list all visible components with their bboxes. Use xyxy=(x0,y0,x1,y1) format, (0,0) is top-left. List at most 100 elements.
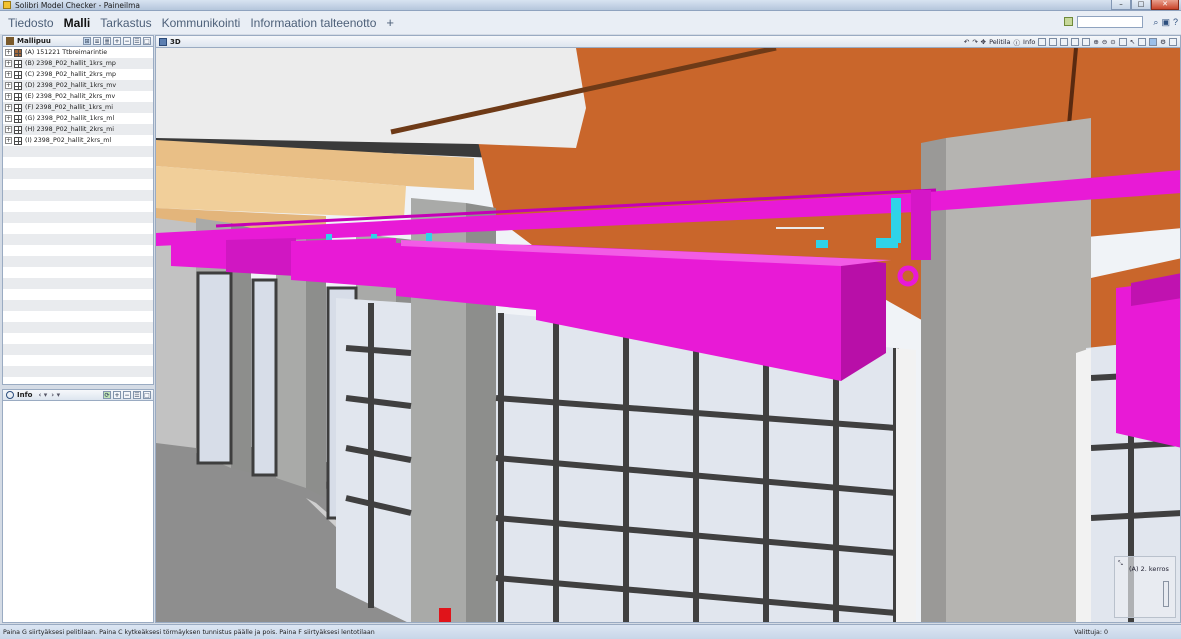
floor-label: (A) 2. kerros xyxy=(1129,565,1169,573)
tree-filter-icon[interactable]: ≣ xyxy=(103,37,111,45)
collapse-all-icon[interactable]: − xyxy=(123,391,131,399)
info-panel-title: Info xyxy=(17,391,33,399)
tree-row-label: (E) 2398_P02_hallit_2krs_mv xyxy=(25,93,116,100)
section-icon[interactable] xyxy=(1071,38,1080,46)
menu-tarkastus[interactable]: Tarkastus xyxy=(100,16,151,30)
menu-kommunikointi[interactable]: Kommunikointi xyxy=(162,16,241,30)
pipe-drop xyxy=(911,190,931,260)
binoculars-icon[interactable]: ⌕ xyxy=(1153,17,1158,28)
tree-sort-icon[interactable]: ≡ xyxy=(93,37,101,45)
resize-icon[interactable]: ⤡ xyxy=(1118,560,1123,568)
expand-icon[interactable]: + xyxy=(5,71,12,78)
viewport-header: 3D ↶ ↷ ✥ Pelitila ⓘ Info ⊕ ⊖ ⊙ ↖ ⚙ xyxy=(156,36,1180,48)
tree-row-label: (C) 2398_P02_hallit_2krs_mp xyxy=(25,71,116,78)
settings-icon[interactable]: ⚙ xyxy=(1160,38,1166,46)
tree-view-icon[interactable]: ⊞ xyxy=(83,37,91,45)
new-window-icon[interactable] xyxy=(1138,38,1147,46)
minimize-button[interactable]: – xyxy=(1111,0,1131,10)
house-icon xyxy=(6,37,14,45)
expand-icon[interactable]: + xyxy=(5,104,12,111)
list-icon[interactable]: ☰ xyxy=(133,37,141,45)
info-panel-header: Info ‹ ▾ › ▾ ⟳ + − ☰ □ xyxy=(2,389,154,401)
viewport-title: 3D xyxy=(170,37,181,46)
add-layout-button[interactable]: + xyxy=(386,15,394,30)
zoom-in-icon[interactable]: ⊕ xyxy=(1093,38,1098,46)
expand-icon[interactable]: + xyxy=(5,93,12,100)
panel-maximize-icon[interactable]: □ xyxy=(143,37,151,45)
tree-row[interactable]: + (C) 2398_P02_hallit_2krs_mp xyxy=(3,69,153,80)
ifc-model-icon xyxy=(14,70,22,79)
ifc-model-icon xyxy=(14,114,22,123)
expand-icon[interactable]: + xyxy=(5,49,12,56)
layout-icon[interactable] xyxy=(1064,17,1073,26)
tree-row-label: (F) 2398_P02_hallit_1krs_mi xyxy=(25,104,113,111)
model-tree-toolbar: ⊞ ≡ ≣ + − ☰ □ xyxy=(83,37,151,45)
expand-icon[interactable]: + xyxy=(5,60,12,67)
menu-malli[interactable]: Malli xyxy=(64,16,91,30)
tree-row[interactable]: + (B) 2398_P02_hallit_1krs_mp xyxy=(3,58,153,69)
ifc-model-icon xyxy=(14,59,22,68)
tree-row[interactable]: + (H) 2398_P02_hallit_2krs_mi xyxy=(3,124,153,135)
undo-view-icon[interactable]: ↶ xyxy=(964,38,969,46)
tree-row[interactable]: + (G) 2398_P02_hallit_1krs_ml xyxy=(3,113,153,124)
expand-icon[interactable]: + xyxy=(5,126,12,133)
tree-row[interactable]: + (A) 151221 Ttbreimarintie xyxy=(3,47,153,58)
tree-row-label: (H) 2398_P02_hallit_2krs_mi xyxy=(25,126,115,133)
zoom-window-icon[interactable] xyxy=(1118,38,1127,46)
3d-viewport[interactable]: 3D ↶ ↷ ✥ Pelitila ⓘ Info ⊕ ⊖ ⊙ ↖ ⚙ (A) 2… xyxy=(155,35,1181,623)
window-title: Solibri Model Checker - Paineilma xyxy=(15,0,141,10)
tree-row[interactable]: + (D) 2398_P02_hallit_1krs_mv xyxy=(3,80,153,91)
visibility-icon[interactable] xyxy=(1038,38,1047,46)
tree-row[interactable]: + (I) 2398_P02_hallit_2krs_ml xyxy=(3,135,153,146)
expand-icon[interactable]: + xyxy=(5,82,12,89)
transparency-icon[interactable] xyxy=(1049,38,1058,46)
measure-icon[interactable]: ↖ xyxy=(1130,38,1135,46)
tree-row-label: (I) 2398_P02_hallit_2krs_ml xyxy=(25,137,112,144)
model-tree-header: Mallipuu ⊞ ≡ ≣ + − ☰ □ xyxy=(2,35,154,47)
ifc-model-icon xyxy=(14,103,22,112)
info-mode-icon[interactable]: ⓘ xyxy=(1014,37,1021,47)
expand-icon[interactable]: + xyxy=(5,137,12,144)
expand-all-icon[interactable]: + xyxy=(113,37,121,45)
tree-row[interactable]: + (E) 2398_P02_hallit_2krs_mv xyxy=(3,91,153,102)
duct xyxy=(291,238,396,288)
layout-icon[interactable] xyxy=(1149,38,1158,46)
fire-extinguisher xyxy=(439,608,451,622)
help-icon[interactable]: ? xyxy=(1173,17,1178,28)
floor-slider[interactable] xyxy=(1163,581,1169,607)
expand-icon[interactable]: + xyxy=(5,115,12,122)
3d-scene[interactable] xyxy=(156,48,1181,623)
hide-icon[interactable] xyxy=(1060,38,1069,46)
expand-all-icon[interactable]: + xyxy=(113,391,121,399)
3d-view-icon xyxy=(159,37,167,46)
back-arrow-icon[interactable]: ‹ ▾ xyxy=(38,391,47,399)
ifc-model-icon xyxy=(14,81,22,90)
panel-maximize-icon[interactable]: □ xyxy=(143,391,151,399)
panel-maximize-icon[interactable] xyxy=(1169,38,1177,46)
menu-right-icons: ⌕ ▣ ? xyxy=(1153,17,1178,28)
list-icon[interactable]: ☰ xyxy=(133,391,141,399)
floor-minimap[interactable]: (A) 2. kerros ⤡ xyxy=(1114,556,1176,618)
info-panel-body xyxy=(2,401,154,623)
walk-mode-icon[interactable]: ✥ xyxy=(981,38,986,46)
walk-mode-dropdown[interactable]: Pelitila xyxy=(989,38,1010,46)
sync-icon[interactable]: ⟳ xyxy=(103,391,111,399)
window-controls: – □ ✕ xyxy=(1111,0,1179,11)
zoom-out-icon[interactable]: ⊖ xyxy=(1102,38,1107,46)
ifc-model-icon xyxy=(14,92,22,101)
menu-informaation-talteenotto[interactable]: Informaation talteenotto xyxy=(250,16,376,30)
save-icon[interactable]: ▣ xyxy=(1161,17,1170,28)
model-tree-title: Mallipuu xyxy=(17,37,51,45)
forward-arrow-icon[interactable]: › ▾ xyxy=(51,391,60,399)
color-icon[interactable] xyxy=(1082,38,1091,46)
search-input[interactable] xyxy=(1077,16,1143,28)
close-button[interactable]: ✕ xyxy=(1151,0,1179,10)
menu-tiedosto[interactable]: Tiedosto xyxy=(8,16,54,30)
collapse-all-icon[interactable]: − xyxy=(123,37,131,45)
maximize-button[interactable]: □ xyxy=(1131,0,1151,10)
redo-view-icon[interactable]: ↷ xyxy=(972,38,977,46)
zoom-fit-icon[interactable]: ⊙ xyxy=(1110,38,1115,46)
tree-row[interactable]: + (F) 2398_P02_hallit_1krs_mi xyxy=(3,102,153,113)
app-icon xyxy=(3,1,11,9)
info-mode-dropdown[interactable]: Info xyxy=(1023,38,1035,46)
